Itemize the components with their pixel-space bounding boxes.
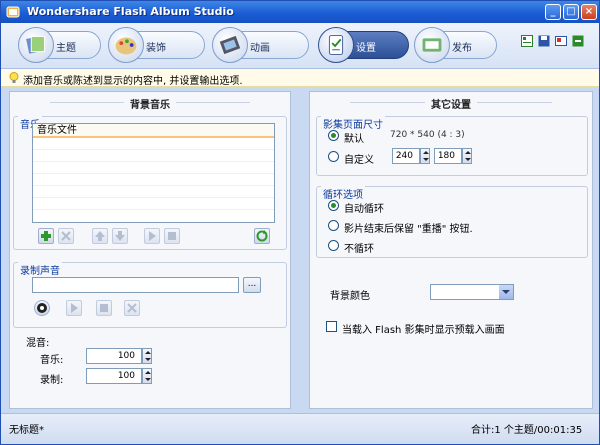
arrow-up-icon	[95, 231, 105, 241]
loop-auto-radio[interactable]	[328, 200, 339, 211]
delete-icon	[127, 303, 137, 313]
height-input[interactable]: 180	[434, 148, 462, 164]
music-volume-spinner[interactable]	[142, 348, 152, 364]
plus-icon	[41, 231, 51, 241]
stop-icon	[100, 304, 108, 312]
size-default-radio[interactable]	[328, 130, 339, 141]
loop-keep-replay-label[interactable]: 影片结束后保留 "重播" 按钮.	[344, 220, 473, 235]
tab-label: 发布	[452, 43, 472, 54]
record-volume-label: 录制:	[40, 375, 64, 386]
tab-animation[interactable]: 动画	[212, 27, 309, 63]
bg-color-label: 背景颜色	[330, 291, 370, 302]
stop-record-button[interactable]	[96, 300, 112, 316]
stop-music-button[interactable]	[164, 228, 180, 244]
group-label: 录制声音	[18, 262, 62, 277]
stop-icon	[168, 232, 176, 240]
tab-decorate[interactable]: 装饰	[108, 27, 205, 63]
record-volume-spinner[interactable]	[142, 368, 152, 384]
loop-keep-replay-radio[interactable]	[328, 220, 339, 231]
document-title: 无标题*	[9, 425, 44, 436]
record-file-field[interactable]	[32, 277, 239, 293]
music-volume-label: 音乐:	[40, 355, 64, 366]
publish-icon	[414, 27, 450, 63]
record-group: 录制声音	[13, 262, 287, 328]
size-default-value: 720 * 540 (4 : 3)	[390, 130, 465, 140]
layout-icon[interactable]	[521, 35, 533, 47]
palette-icon	[108, 27, 144, 63]
preload-screen-label[interactable]: 当载入 Flash 影集时显示预载入画面	[342, 321, 505, 336]
theme-summary: 合计:1 个主题/00:01:35	[471, 425, 583, 436]
move-up-button[interactable]	[92, 228, 108, 244]
size-custom-radio[interactable]	[328, 151, 339, 162]
tab-settings[interactable]: 设置	[318, 27, 409, 63]
remove-music-button[interactable]	[58, 228, 74, 244]
hint-text: 添加音乐或陈述到显示的内容中, 并设置输出选项.	[23, 76, 243, 87]
group-label: 循环选项	[321, 186, 365, 201]
play-record-button[interactable]	[66, 300, 82, 316]
save-icon[interactable]	[538, 35, 550, 47]
wizard-nav: 主题 装饰 动画 设置 发布	[1, 23, 599, 69]
panel-title: 其它设置	[310, 96, 592, 111]
arrow-down-icon	[115, 231, 125, 241]
preload-screen-checkbox[interactable]	[326, 321, 337, 332]
loop-none-label[interactable]: 不循环	[344, 240, 374, 255]
app-icon	[6, 6, 20, 18]
maximize-button[interactable]: □	[563, 4, 579, 20]
close-button[interactable]: ×	[581, 4, 597, 20]
tab-label: 动画	[250, 43, 270, 54]
move-down-button[interactable]	[112, 228, 128, 244]
app-window: Wondershare Flash Album Studio _ □ × 主题 …	[0, 0, 600, 445]
browse-button[interactable]: ...	[243, 277, 261, 293]
title-bar[interactable]: Wondershare Flash Album Studio _ □ ×	[1, 1, 599, 23]
height-spinner[interactable]	[462, 148, 472, 164]
refresh-icon	[256, 230, 268, 242]
panel-title: 背景音乐	[10, 96, 290, 111]
hint-bar: 添加音乐或陈述到显示的内容中, 并设置输出选项.	[1, 69, 599, 87]
tab-label: 设置	[356, 43, 376, 54]
play-icon	[71, 303, 78, 313]
help-icon[interactable]	[572, 35, 584, 47]
record-button[interactable]	[34, 300, 50, 316]
mix-label: 混音:	[26, 338, 50, 349]
play-music-button[interactable]	[144, 228, 160, 244]
lightbulb-icon	[9, 72, 19, 83]
column-header-music-file[interactable]: 音乐文件	[33, 124, 274, 138]
window-title: Wondershare Flash Album Studio	[27, 5, 234, 18]
delete-icon	[61, 231, 71, 241]
add-music-button[interactable]	[38, 228, 54, 244]
tab-label: 装饰	[146, 43, 166, 54]
width-spinner[interactable]	[420, 148, 430, 164]
record-volume-input[interactable]: 100	[86, 368, 142, 384]
film-icon	[212, 27, 248, 63]
chevron-down-icon[interactable]	[499, 285, 513, 299]
loop-auto-label[interactable]: 自动循环	[344, 200, 384, 215]
music-volume-input[interactable]: 100	[86, 348, 142, 364]
width-input[interactable]: 240	[392, 148, 420, 164]
size-custom-label[interactable]: 自定义	[344, 151, 374, 166]
tab-publish[interactable]: 发布	[414, 27, 497, 63]
play-icon	[149, 231, 156, 241]
other-settings-panel: 其它设置 影集页面尺寸 默认 720 * 540 (4 : 3) 自定义 240…	[309, 91, 593, 409]
size-default-label[interactable]: 默认	[344, 130, 364, 145]
minimize-button[interactable]: _	[545, 4, 561, 20]
theme-icon	[18, 27, 54, 63]
music-options-button[interactable]	[254, 228, 270, 244]
settings-icon	[318, 27, 354, 63]
record-icon	[37, 303, 47, 313]
music-file-list[interactable]: 音乐文件	[32, 123, 275, 223]
delete-record-button[interactable]	[124, 300, 140, 316]
page-size-group: 影集页面尺寸	[316, 116, 588, 176]
status-bar: 无标题* 合计:1 个主题/00:01:35	[1, 413, 599, 444]
group-label: 影集页面尺寸	[321, 116, 385, 131]
bg-color-dropdown[interactable]	[430, 284, 514, 300]
loop-none-radio[interactable]	[328, 240, 339, 251]
tab-label: 主题	[56, 43, 76, 54]
preview-icon[interactable]	[555, 35, 567, 47]
tab-theme[interactable]: 主题	[18, 27, 101, 63]
background-music-panel: 背景音乐 音乐 音乐文件 录制声音 ... 混音: 音乐: 100 录制: 10…	[9, 91, 291, 409]
